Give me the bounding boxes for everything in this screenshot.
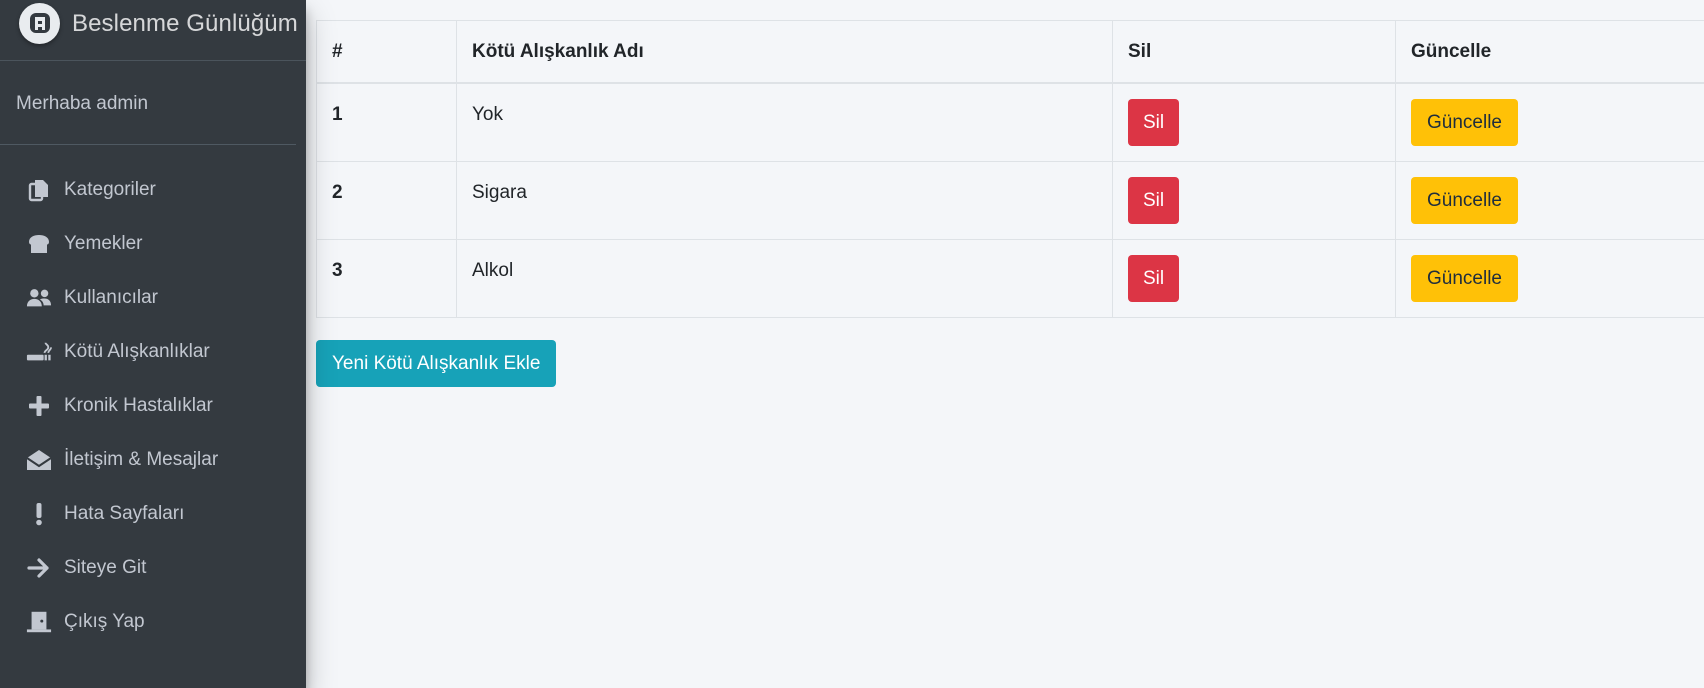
update-cell: Güncelle [1395, 238, 1704, 318]
delete-cell: Sil [1112, 82, 1396, 162]
table-row: 3 Alkol Sil Güncelle [316, 238, 1704, 318]
table-header-row: # Kötü Alışkanlık Adı Sil Güncelle [316, 20, 1704, 84]
sidebar: Beslenme Günlüğüm Merhaba admin Kategori… [0, 0, 306, 688]
row-id: 1 [316, 82, 457, 162]
sidebar-item-label: Yemekler [64, 233, 143, 254]
update-cell: Güncelle [1395, 160, 1704, 240]
delete-button[interactable]: Sil [1128, 99, 1180, 146]
sidebar-item-hata-sayfalari[interactable]: Hata Sayfaları [0, 487, 306, 541]
plus-icon [26, 393, 52, 419]
sidebar-item-kronik-hastaliklar[interactable]: Kronik Hastalıklar [0, 379, 306, 433]
sidebar-item-yemekler[interactable]: Yemekler [0, 217, 306, 271]
brand-title: Beslenme Günlüğüm [72, 10, 298, 37]
brand-logo-icon [19, 2, 60, 44]
sidebar-item-cikis-yap[interactable]: Çıkış Yap [0, 595, 306, 649]
update-cell: Güncelle [1395, 82, 1704, 162]
sidebar-item-label: Siteye Git [64, 557, 147, 578]
sidebar-item-kotu-aliskanliklar[interactable]: Kötü Alışkanlıklar [0, 325, 306, 379]
exclamation-icon [26, 501, 52, 527]
update-button[interactable]: Güncelle [1411, 176, 1518, 224]
sidebar-item-label: Çıkış Yap [64, 611, 145, 632]
user-panel: Merhaba admin [0, 61, 296, 145]
add-bad-habit-button[interactable]: Yeni Kötü Alışkanlık Ekle [316, 340, 557, 387]
sidebar-item-siteye-git[interactable]: Siteye Git [0, 541, 306, 595]
table-row: 2 Sigara Sil Güncelle [316, 160, 1704, 240]
users-icon [26, 285, 52, 311]
brand-link[interactable]: Beslenme Günlüğüm [0, 0, 306, 61]
sidebar-item-label: Kötü Alışkanlıklar [64, 341, 210, 362]
main-content: # Kötü Alışkanlık Adı Sil Güncelle 1 Yok… [306, 0, 1704, 688]
sidebar-nav: Kategoriler Yemekler Kullanıcılar Kötü A… [0, 163, 306, 649]
column-header-update: Güncelle [1395, 20, 1704, 84]
sidebar-item-iletisim-mesajlar[interactable]: İletişim & Mesajlar [0, 433, 306, 487]
user-greeting[interactable]: Merhaba admin [16, 93, 148, 115]
delete-cell: Sil [1112, 160, 1396, 240]
delete-button[interactable]: Sil [1128, 254, 1180, 302]
copy-icon [26, 177, 52, 203]
envelope-open-icon [26, 447, 52, 473]
table-row: 1 Yok Sil Güncelle [316, 82, 1704, 162]
row-name: Alkol [456, 238, 1113, 318]
smoking-icon [26, 339, 52, 365]
arrow-right-icon [26, 555, 52, 581]
sidebar-item-kullanicilar[interactable]: Kullanıcılar [0, 271, 306, 325]
row-id: 3 [316, 238, 457, 318]
delete-cell: Sil [1112, 238, 1396, 318]
bad-habits-table: # Kötü Alışkanlık Adı Sil Güncelle 1 Yok… [316, 20, 1704, 318]
column-header-delete: Sil [1112, 20, 1396, 84]
column-header-name: Kötü Alışkanlık Adı [456, 20, 1113, 84]
sidebar-item-label: Kategoriler [64, 179, 156, 200]
update-button[interactable]: Güncelle [1411, 254, 1518, 302]
sidebar-item-label: Kullanıcılar [64, 287, 158, 308]
row-name: Sigara [456, 160, 1113, 240]
column-header-number: # [316, 20, 457, 84]
door-icon [26, 609, 52, 635]
row-name: Yok [456, 82, 1113, 162]
sidebar-item-label: Hata Sayfaları [64, 503, 185, 524]
update-button[interactable]: Güncelle [1411, 99, 1518, 146]
bread-icon [26, 231, 52, 257]
sidebar-item-kategoriler[interactable]: Kategoriler [0, 163, 306, 217]
sidebar-item-label: İletişim & Mesajlar [64, 449, 219, 470]
delete-button[interactable]: Sil [1128, 176, 1180, 224]
row-id: 2 [316, 160, 457, 240]
sidebar-item-label: Kronik Hastalıklar [64, 395, 213, 416]
